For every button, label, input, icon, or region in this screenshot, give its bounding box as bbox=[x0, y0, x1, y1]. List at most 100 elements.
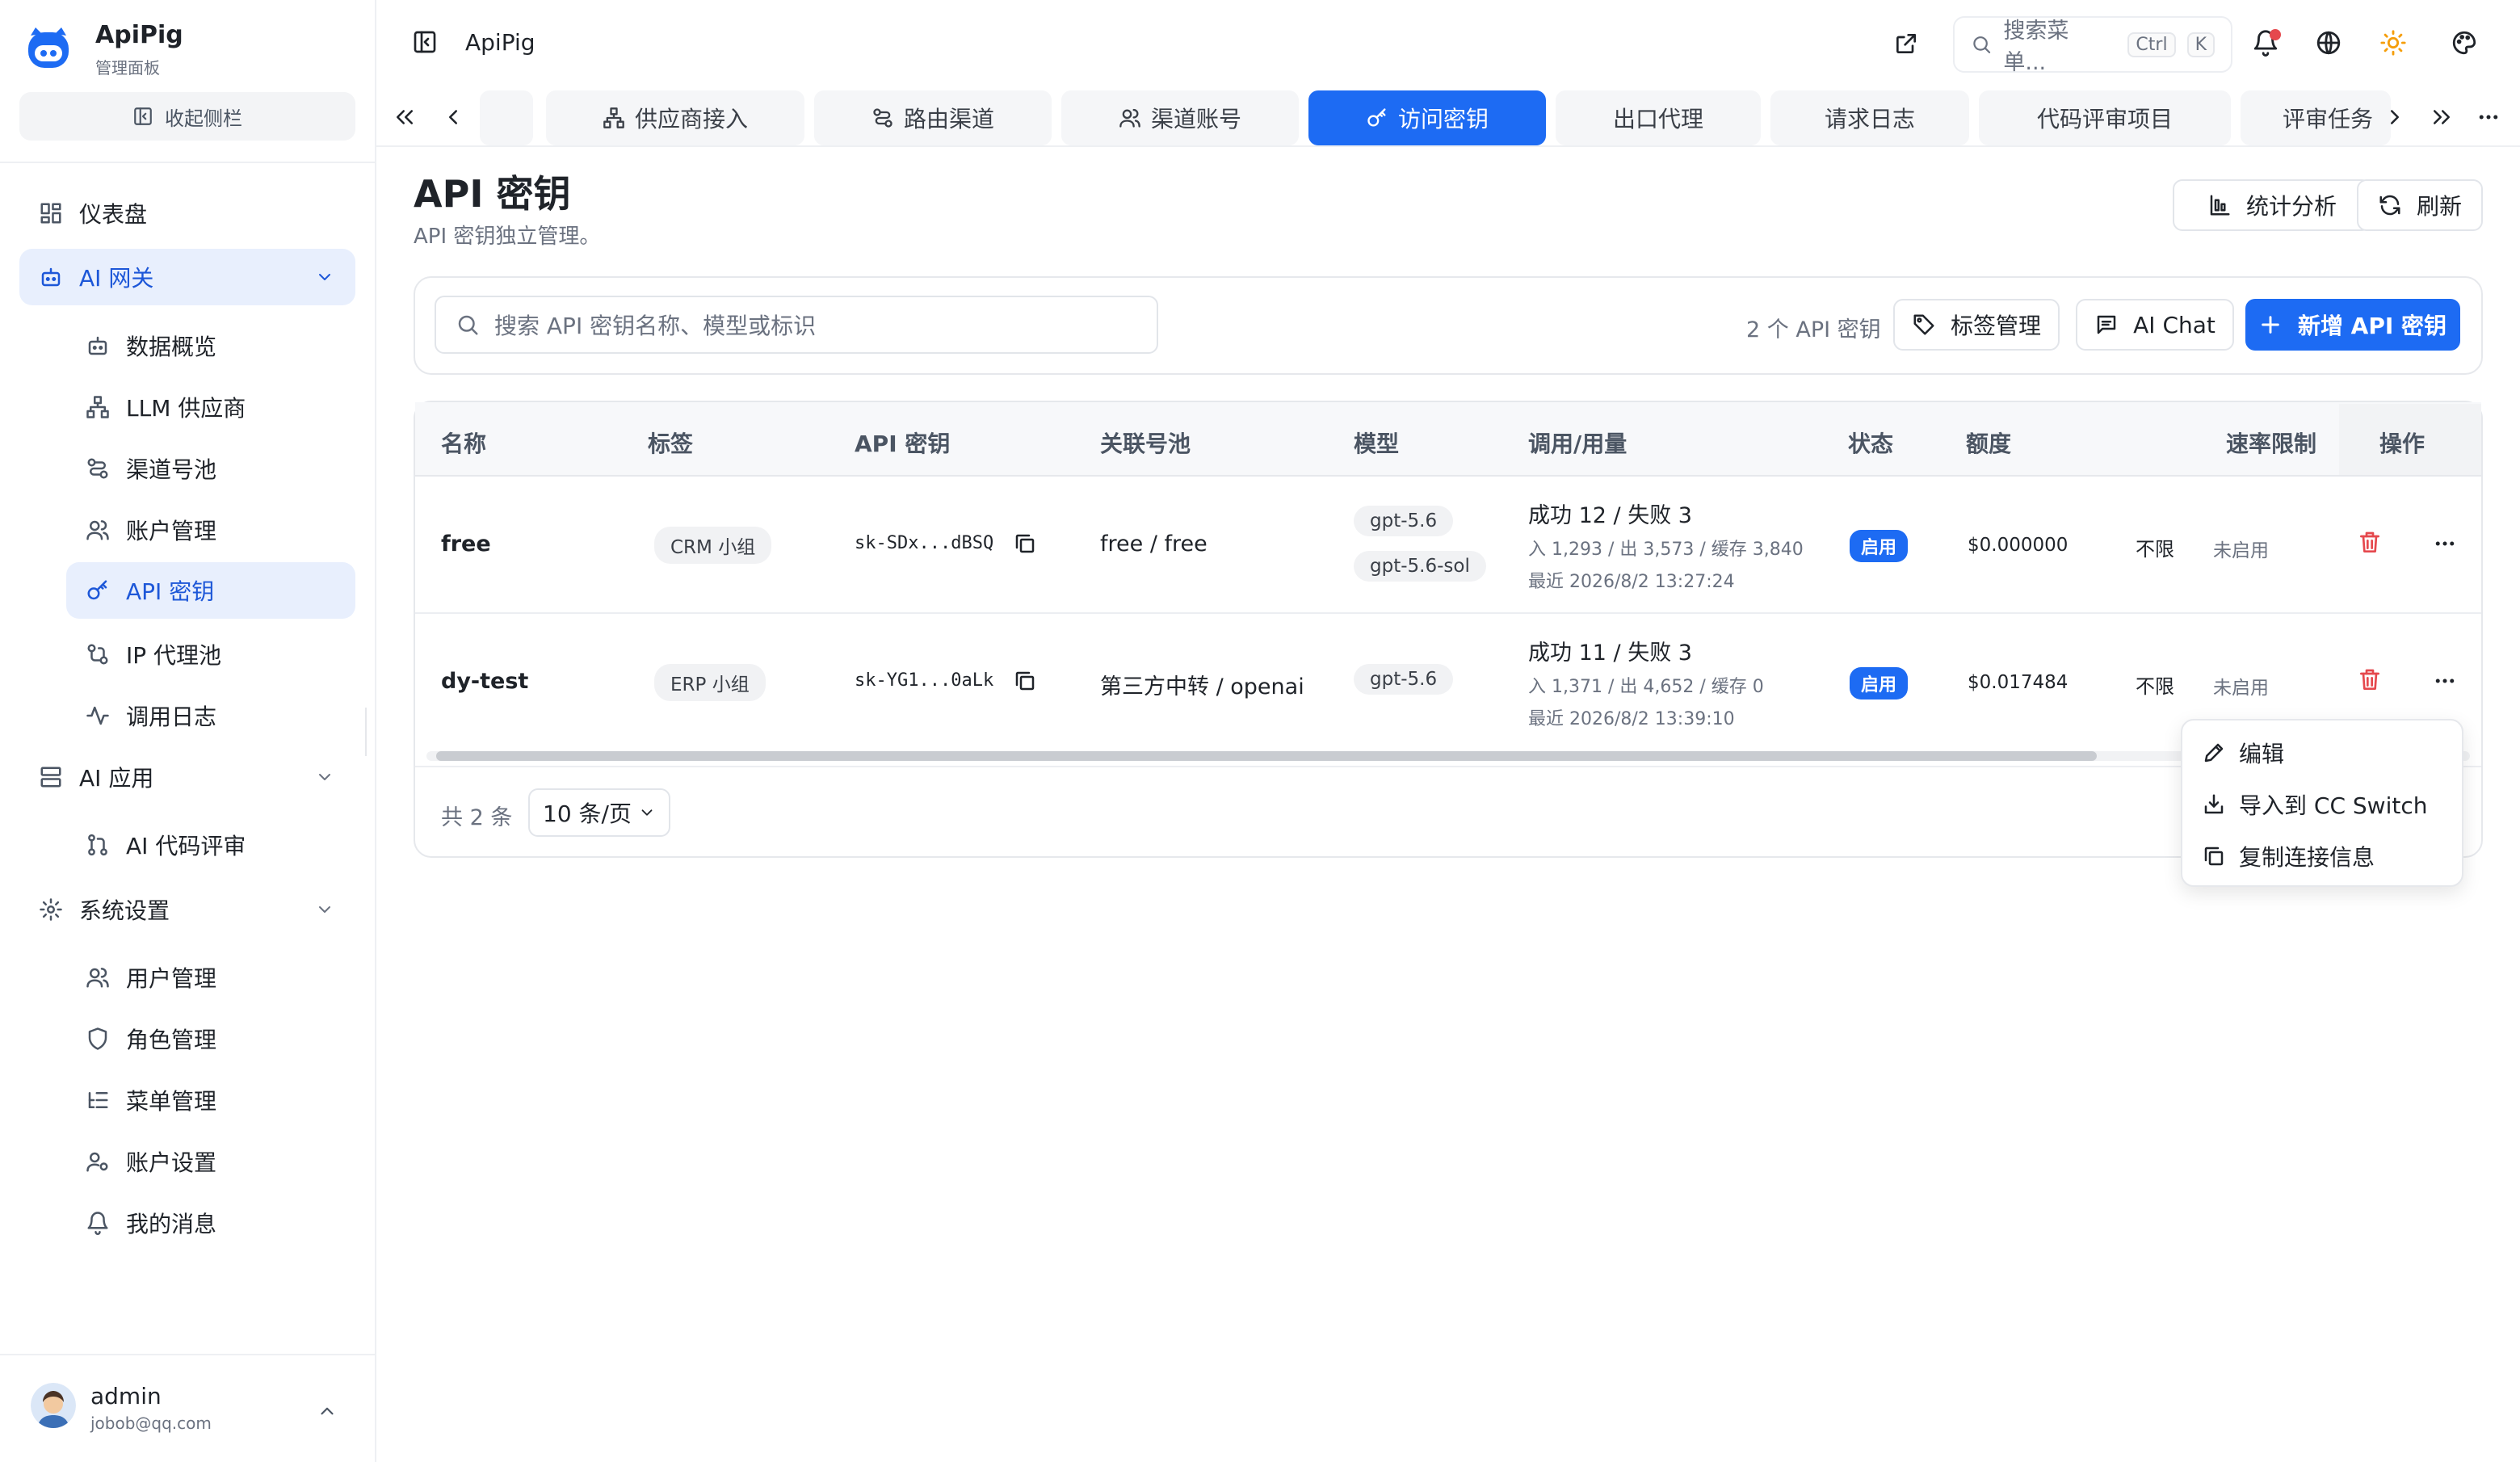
network-icon bbox=[86, 396, 109, 418]
divider bbox=[0, 162, 375, 163]
user-cog-icon bbox=[86, 1152, 108, 1172]
menu-item-import-cc-switch[interactable]: 导入到 CC Switch bbox=[2202, 788, 2427, 821]
ai-chat-button[interactable]: AI Chat bbox=[2076, 299, 2234, 351]
row-quota: $0.017484 bbox=[1968, 672, 2068, 693]
tab-access-keys[interactable]: 访问密钥 bbox=[1308, 90, 1546, 145]
app-title: ApiPig bbox=[95, 21, 183, 49]
tab-egress-proxy[interactable]: 出口代理 bbox=[1556, 90, 1761, 145]
search-placeholder: 搜索 API 密钥名称、模型或标识 bbox=[494, 313, 817, 339]
sidebar-toggle-icon[interactable] bbox=[412, 29, 438, 55]
add-api-key-button[interactable]: 新增 API 密钥 bbox=[2245, 299, 2460, 351]
row-limit: 不限 bbox=[2136, 675, 2174, 698]
tab-provider-access[interactable]: 供应商接入 bbox=[546, 90, 804, 145]
row-usage-io: 入 1,293 / 出 3,573 / 缓存 3,840 bbox=[1528, 540, 1804, 560]
chevrons-right-icon[interactable] bbox=[2430, 105, 2454, 129]
external-link-icon[interactable] bbox=[1893, 31, 1919, 57]
sidebar-item-code-review[interactable]: AI 代码评审 bbox=[66, 822, 355, 868]
app-subtitle: 管理面板 bbox=[95, 58, 160, 78]
copy-icon[interactable] bbox=[1013, 669, 1037, 693]
tab-label: 代码评审项目 bbox=[2036, 106, 2173, 132]
column-header-usage: 调用/用量 bbox=[1528, 431, 1628, 457]
chevron-up-icon[interactable] bbox=[317, 1401, 338, 1422]
ai-chat-label: AI Chat bbox=[2133, 311, 2216, 338]
tab-label: 请求日志 bbox=[1824, 106, 1915, 132]
trash-icon[interactable] bbox=[2357, 530, 2383, 556]
search-icon bbox=[458, 315, 478, 335]
sidebar-group-system[interactable]: 系统设置 bbox=[19, 887, 355, 932]
stats-button[interactable]: 统计分析 bbox=[2173, 179, 2371, 231]
sidebar-item-llm-providers[interactable]: LLM 供应商 bbox=[66, 384, 355, 430]
page-title: API 密钥 bbox=[414, 172, 571, 216]
sidebar-item-label: LLM 供应商 bbox=[126, 395, 246, 422]
sidebar-group-ai-gateway[interactable]: AI 网关 bbox=[19, 249, 355, 305]
sidebar-item-api-keys[interactable]: API 密钥 bbox=[66, 562, 355, 619]
menu-search[interactable]: 搜索菜单... Ctrl K bbox=[1953, 16, 2232, 75]
scrollbar-thumb[interactable] bbox=[436, 751, 2097, 761]
collapse-sidebar-button[interactable]: 收起侧栏 bbox=[19, 92, 355, 141]
tag-icon bbox=[1913, 314, 1934, 335]
sidebar-item-overview[interactable]: 数据概览 bbox=[66, 323, 355, 368]
sidebar: ApiPig 管理面板 收起侧栏 仪表盘 AI 网关 数据概览 LLM 供应商 … bbox=[0, 0, 376, 1462]
sidebar-item-label: 调用日志 bbox=[126, 704, 217, 730]
key-icon bbox=[87, 580, 107, 600]
tab-label: 评审任务 bbox=[2283, 106, 2374, 132]
sidebar-item-label: 角色管理 bbox=[126, 1027, 217, 1053]
sidebar-item-call-logs[interactable]: 调用日志 bbox=[66, 693, 355, 738]
sidebar-item-channel-pool[interactable]: 渠道号池 bbox=[66, 446, 355, 491]
tab-code-review-projects[interactable]: 代码评审项目 bbox=[1979, 90, 2231, 145]
tab-routing-channels[interactable]: 路由渠道 bbox=[814, 90, 1052, 145]
tag-management-button[interactable]: 标签管理 bbox=[1893, 299, 2060, 351]
globe-icon[interactable] bbox=[2315, 29, 2342, 57]
menu-item-copy-connection[interactable]: 复制连接信息 bbox=[2202, 840, 2375, 872]
avatar[interactable] bbox=[31, 1383, 76, 1428]
more-horizontal-icon[interactable] bbox=[2476, 105, 2501, 129]
tab-review-tasks[interactable]: 评审任务 bbox=[2241, 90, 2391, 145]
chevrons-left-icon[interactable] bbox=[393, 105, 417, 129]
sidebar-item-label: 渠道号池 bbox=[126, 456, 217, 483]
sidebar-item-label: 用户管理 bbox=[126, 965, 217, 992]
menu-search-placeholder: 搜索菜单... bbox=[2003, 19, 2069, 75]
more-horizontal-icon[interactable] bbox=[2433, 531, 2457, 556]
more-horizontal-icon[interactable] bbox=[2433, 669, 2457, 693]
menu-item-edit[interactable]: 编辑 bbox=[2202, 737, 2284, 769]
sun-icon[interactable] bbox=[2379, 29, 2407, 57]
tab-channel-accounts[interactable]: 渠道账号 bbox=[1061, 90, 1299, 145]
message-square-icon bbox=[2097, 315, 2116, 334]
sidebar-item-account-settings[interactable]: 账户设置 bbox=[66, 1139, 355, 1184]
trash-icon[interactable] bbox=[2357, 667, 2383, 693]
sidebar-item-accounts[interactable]: 账户管理 bbox=[66, 507, 355, 552]
sidebar-item-ip-proxy[interactable]: IP 代理池 bbox=[66, 632, 355, 677]
tab-partial[interactable] bbox=[480, 90, 533, 145]
tab-request-logs[interactable]: 请求日志 bbox=[1770, 90, 1969, 145]
page-size-select[interactable]: 10 条/页 bbox=[528, 788, 670, 837]
row-api-key: sk-SDx...dBSQ bbox=[855, 533, 994, 553]
chevron-down-icon bbox=[319, 274, 330, 280]
sidebar-item-role-management[interactable]: 角色管理 bbox=[66, 1016, 355, 1061]
notifications-button[interactable] bbox=[2252, 29, 2281, 58]
sidebar-item-dashboard[interactable]: 仪表盘 bbox=[19, 191, 355, 236]
column-header-rate-limit: 速率限制 bbox=[2226, 431, 2317, 457]
chevron-left-icon[interactable] bbox=[441, 105, 465, 129]
chevron-right-icon[interactable] bbox=[2383, 105, 2407, 129]
pencil-icon bbox=[2204, 743, 2224, 763]
sidebar-item-menu-management[interactable]: 菜单管理 bbox=[66, 1078, 355, 1123]
palette-icon[interactable] bbox=[2451, 29, 2478, 57]
network-icon bbox=[603, 107, 624, 128]
refresh-button[interactable]: 刷新 bbox=[2357, 179, 2483, 231]
copy-icon[interactable] bbox=[1013, 531, 1037, 556]
column-header-status: 状态 bbox=[1848, 431, 1894, 457]
sidebar-group-ai-apps[interactable]: AI 应用 bbox=[19, 754, 355, 800]
tag-management-label: 标签管理 bbox=[1950, 313, 2041, 339]
table-header bbox=[415, 402, 2481, 477]
notification-dot bbox=[2270, 29, 2281, 40]
api-key-search-input[interactable]: 搜索 API 密钥名称、模型或标识 bbox=[435, 296, 1158, 354]
server-icon bbox=[40, 767, 61, 788]
sidebar-item-messages[interactable]: 我的消息 bbox=[66, 1200, 355, 1246]
divider bbox=[376, 145, 2520, 147]
pig-logo-icon bbox=[24, 24, 73, 73]
sidebar-item-label: 我的消息 bbox=[126, 1211, 217, 1237]
users-icon bbox=[1119, 108, 1140, 128]
sidebar-item-user-management[interactable]: 用户管理 bbox=[66, 955, 355, 1000]
users-icon bbox=[86, 968, 109, 988]
tab-label: 访问密钥 bbox=[1397, 106, 1489, 132]
